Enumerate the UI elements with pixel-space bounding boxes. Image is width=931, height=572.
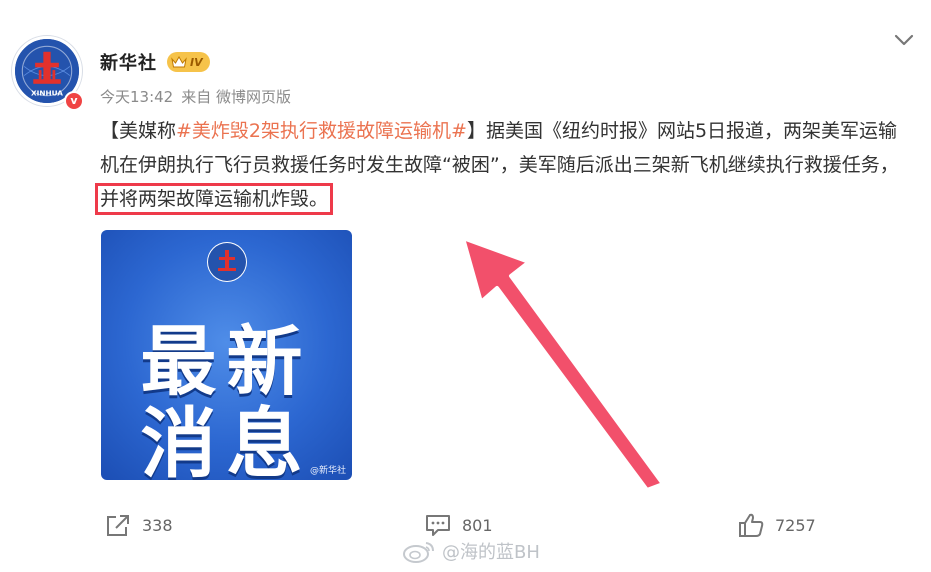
comment-button[interactable]: 801: [424, 508, 493, 542]
weibo-icon: [403, 542, 434, 563]
watermark-text: @海的蓝BH: [442, 542, 540, 563]
post-hashtag[interactable]: #美炸毁2架执行救援故障运输机#: [176, 120, 467, 142]
level-text: IV: [190, 55, 203, 69]
chevron-down-icon[interactable]: [892, 30, 916, 50]
thumbs-up-icon: [739, 513, 764, 537]
share-icon: [107, 515, 129, 536]
image-watermark: @新华社: [309, 466, 346, 476]
like-button[interactable]: 7257: [737, 508, 816, 542]
xinhua-logo-icon: [208, 243, 246, 281]
like-count: 7257: [775, 515, 816, 535]
post-bracket-close: 】: [466, 120, 486, 142]
annotation-arrow: [461, 236, 665, 492]
level-badge[interactable]: IV: [167, 52, 210, 72]
post-text: 【美媒称#美炸毁2架执行救援故障运输机#】据美国《纽约时报》网站5日报道，两架美…: [94, 114, 915, 216]
share-count: 338: [142, 515, 173, 535]
comment-icon: [426, 515, 450, 536]
screenshot-watermark: @海的蓝BH: [402, 538, 540, 564]
share-button[interactable]: 338: [104, 508, 173, 542]
post-time[interactable]: 今天13:42: [100, 86, 173, 107]
post-bracket-open: 【美媒称: [100, 120, 177, 142]
svg-text:XINHUA: XINHUA: [31, 89, 63, 98]
author-name[interactable]: 新华社: [100, 49, 157, 75]
author-row: 新华社 IV: [100, 50, 210, 74]
image-logo: [207, 242, 247, 282]
comment-count: 801: [462, 515, 493, 535]
crown-icon: [171, 56, 187, 68]
verified-badge: v: [64, 91, 84, 111]
highlighted-sentence: 并将两架故障运输机炸毁。: [94, 183, 334, 215]
post-meta: 今天13:42 来自 微博网页版: [100, 86, 291, 107]
post-image[interactable]: 最新 消息 @新华社: [101, 230, 352, 480]
post-source: 来自 微博网页版: [181, 88, 292, 106]
